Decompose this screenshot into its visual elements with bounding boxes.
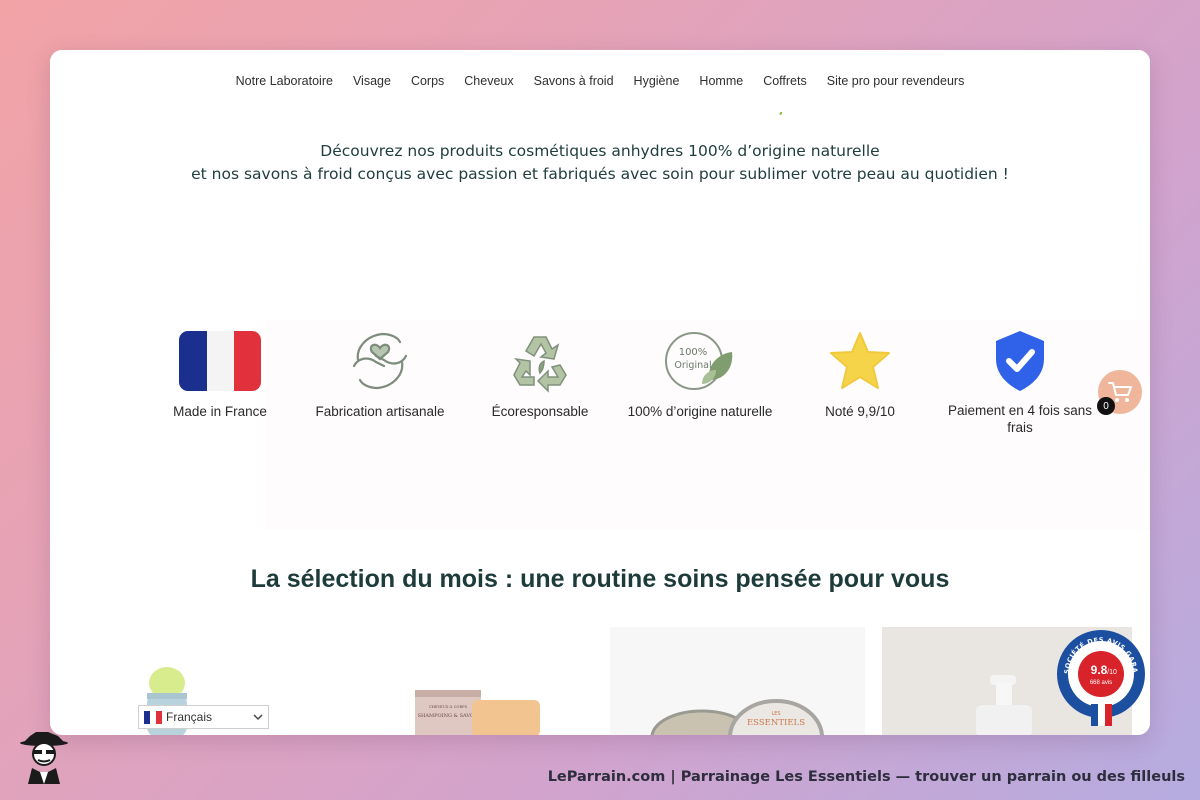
nav-item-savons[interactable]: Savons à froid bbox=[533, 74, 615, 88]
language-selector[interactable]: Français bbox=[138, 705, 269, 729]
feature-label: Écoresponsable bbox=[491, 404, 589, 419]
language-label: Français bbox=[166, 710, 213, 724]
product-card-tin[interactable]: LES ESSENTIELS bbox=[610, 627, 865, 735]
nav-item-coffrets[interactable]: Coffrets bbox=[762, 74, 808, 88]
feature-label: Noté 9,9/10 bbox=[825, 404, 895, 419]
box-text-top: CHEVEUX & CORPS bbox=[429, 705, 468, 709]
box-text: SHAMPOING & SAVON bbox=[418, 713, 479, 719]
tin-text: ESSENTIELS bbox=[747, 718, 805, 728]
badge-count: 668 avis bbox=[1090, 680, 1112, 686]
nav-item-pro[interactable]: Site pro pour revendeurs bbox=[826, 74, 966, 88]
feature-payment: Paiement en 4 fois sans frais bbox=[945, 325, 1095, 436]
hero-intro: Découvrez nos produits cosmétiques anhyd… bbox=[50, 140, 1150, 186]
feature-label: Made in France bbox=[173, 404, 267, 419]
feature-rating: Noté 9,9/10 bbox=[785, 325, 935, 436]
intro-line-1: Découvrez nos produits cosmétiques anhyd… bbox=[320, 142, 880, 160]
icon-text-top: 100% bbox=[679, 347, 708, 358]
tin-image: LES ESSENTIELS bbox=[650, 699, 824, 735]
feature-made-in-france: Made in France bbox=[145, 325, 295, 436]
avis-garantis-badge[interactable]: SOCIÉTÉ DES AVIS GARANTIS 9.8 /10 668 av… bbox=[1052, 622, 1147, 728]
star-icon bbox=[815, 325, 905, 397]
tin-text-top: LES bbox=[771, 711, 780, 717]
page-card: Notre Laboratoire Visage Corps Cheveux S… bbox=[50, 50, 1150, 735]
feature-label: Paiement en 4 fois sans frais bbox=[947, 403, 1093, 435]
feature-label: Fabrication artisanale bbox=[315, 404, 445, 419]
hands-heart-icon bbox=[335, 325, 425, 397]
leparrain-logo bbox=[18, 728, 70, 784]
badge-score: 9.8 bbox=[1091, 663, 1108, 677]
nav-item-cheveux[interactable]: Cheveux bbox=[463, 74, 514, 88]
france-flag-icon bbox=[175, 325, 265, 397]
nav-item-laboratoire[interactable]: Notre Laboratoire bbox=[235, 74, 334, 88]
shield-check-icon bbox=[975, 325, 1065, 397]
feature-natural: 100% Original 100% d’origine naturelle bbox=[625, 325, 775, 436]
intro-line-2: et nos savons à froid conçus avec passio… bbox=[191, 165, 1009, 183]
shampoo-bar-image: CHEVEUX & CORPS SHAMPOING & SAVON bbox=[415, 690, 540, 735]
footer-caption: LeParrain.com | Parrainage Les Essentiel… bbox=[547, 769, 1185, 785]
main-nav: Notre Laboratoire Visage Corps Cheveux S… bbox=[50, 50, 1150, 112]
product-card-shampoo-bar[interactable]: CHEVEUX & CORPS SHAMPOING & SAVON bbox=[368, 627, 608, 735]
feature-label: 100% d’origine naturelle bbox=[627, 404, 773, 419]
icon-text-bottom: Original bbox=[674, 360, 711, 371]
nav-item-hygiene[interactable]: Hygiène bbox=[633, 74, 681, 88]
nav-item-homme[interactable]: Homme bbox=[698, 74, 744, 88]
feature-artisanal: Fabrication artisanale bbox=[305, 325, 455, 436]
recycle-icon bbox=[495, 325, 585, 397]
selection-title: La sélection du mois : une routine soins… bbox=[250, 565, 950, 593]
chevron-down-icon bbox=[253, 714, 263, 721]
features-row: Made in France Fabrication artisanale Éc… bbox=[145, 325, 1095, 436]
badge-scale: /10 bbox=[1107, 669, 1117, 676]
cart-count-badge: 0 bbox=[1097, 397, 1115, 415]
feature-eco: Écoresponsable bbox=[465, 325, 615, 436]
nav-item-corps[interactable]: Corps bbox=[410, 74, 445, 88]
nav-item-visage[interactable]: Visage bbox=[352, 74, 392, 88]
original-leaf-icon: 100% Original bbox=[655, 325, 745, 397]
french-flag-icon bbox=[144, 710, 162, 724]
